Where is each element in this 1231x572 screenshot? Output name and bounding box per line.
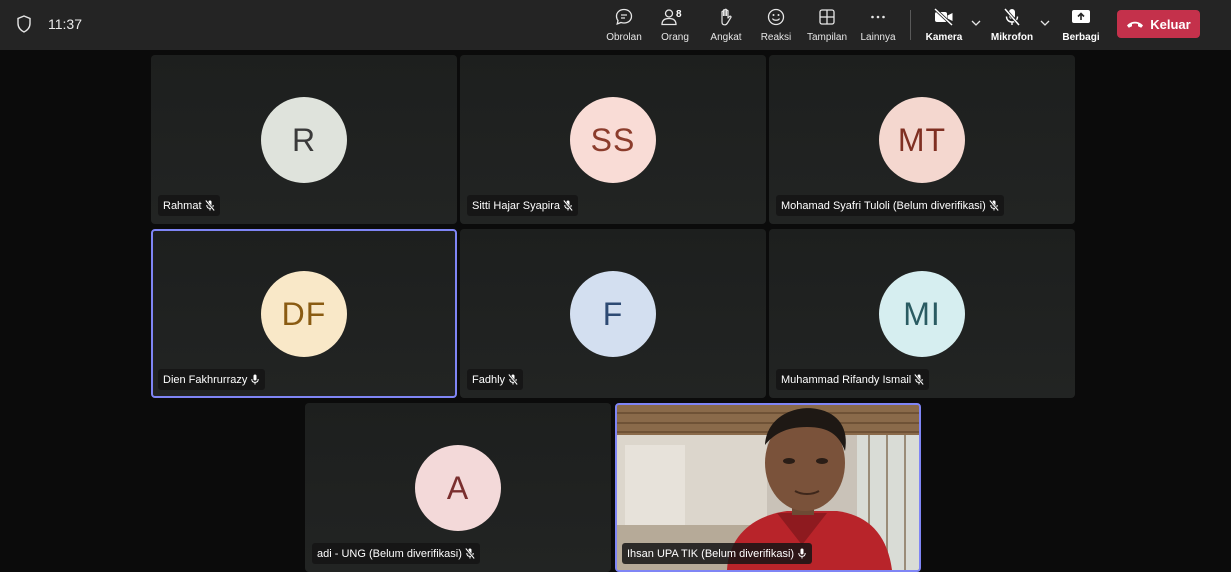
participant-name-tag: Fadhly bbox=[467, 369, 524, 390]
mic-muted-icon bbox=[464, 548, 475, 559]
grid-view-icon bbox=[817, 6, 837, 28]
share-button[interactable]: Berbagi bbox=[1061, 6, 1101, 46]
participant-tile[interactable]: SS Sitti Hajar Syapira bbox=[460, 55, 766, 224]
view-button[interactable]: Tampilan bbox=[805, 6, 849, 46]
mic-muted-icon bbox=[204, 200, 215, 211]
participant-name-tag: Mohamad Syafri Tuloli (Belum diverifikas… bbox=[776, 195, 1004, 216]
share-screen-icon bbox=[1070, 6, 1092, 28]
participant-video-tile-speaking[interactable]: Ihsan UPA TIK (Belum diverifikasi) bbox=[615, 403, 921, 572]
avatar: F bbox=[570, 271, 656, 357]
participant-name: Fadhly bbox=[472, 373, 506, 386]
toolbar-divider bbox=[910, 10, 911, 40]
shield-icon[interactable] bbox=[16, 15, 32, 33]
camera-options-chevron-down-icon[interactable] bbox=[970, 17, 982, 29]
microphone-label: Mikrofon bbox=[990, 32, 1034, 43]
avatar: SS bbox=[570, 97, 656, 183]
more-label: Lainnya bbox=[860, 32, 896, 43]
participant-name-tag: Sitti Hajar Syapira bbox=[467, 195, 579, 216]
chat-icon bbox=[614, 6, 634, 28]
camera-off-icon bbox=[933, 6, 955, 28]
raise-hand-label: Angkat bbox=[710, 32, 742, 43]
avatar: R bbox=[261, 97, 347, 183]
participant-name: Ihsan UPA TIK (Belum diverifikasi) bbox=[627, 547, 795, 560]
participant-name-tag: Dien Fakhrurrazy bbox=[158, 369, 266, 390]
participant-name-tag: adi - UNG (Belum diverifikasi) bbox=[312, 543, 480, 564]
phone-hangup-icon bbox=[1127, 21, 1144, 28]
more-button[interactable]: Lainnya bbox=[858, 6, 898, 46]
camera-label: Kamera bbox=[925, 32, 963, 43]
mic-muted-icon bbox=[914, 374, 925, 385]
meeting-timer: 11:37 bbox=[48, 16, 82, 32]
avatar: DF bbox=[261, 271, 347, 357]
mic-on-icon bbox=[798, 548, 806, 559]
more-icon bbox=[868, 6, 888, 28]
meeting-toolbar: 11:37 Obrolan 8 Orang Angkat Reaksi Tamp… bbox=[0, 0, 1231, 50]
mic-muted-icon bbox=[508, 374, 518, 385]
mic-on-icon bbox=[251, 374, 260, 385]
avatar: MI bbox=[879, 271, 965, 357]
leave-meeting-button[interactable]: Keluar bbox=[1117, 10, 1200, 38]
microphone-button[interactable]: Mikrofon bbox=[990, 6, 1034, 46]
participant-tile[interactable]: F Fadhly bbox=[460, 229, 766, 398]
people-icon: 8 bbox=[659, 6, 691, 28]
people-count-badge: 8 bbox=[676, 9, 682, 20]
hand-icon bbox=[716, 6, 736, 28]
chat-button[interactable]: Obrolan bbox=[604, 6, 644, 46]
participant-name: Sitti Hajar Syapira bbox=[472, 199, 561, 212]
reactions-label: Reaksi bbox=[760, 32, 792, 43]
avatar: A bbox=[415, 445, 501, 531]
view-label: Tampilan bbox=[806, 32, 848, 43]
mic-off-icon bbox=[1002, 6, 1022, 28]
participant-name: Mohamad Syafri Tuloli (Belum diverifikas… bbox=[781, 199, 986, 212]
participant-tile[interactable]: R Rahmat bbox=[151, 55, 457, 224]
camera-button[interactable]: Kamera bbox=[925, 6, 963, 46]
reactions-button[interactable]: Reaksi bbox=[759, 6, 793, 46]
participant-tile-speaking[interactable]: DF Dien Fakhrurrazy bbox=[151, 229, 457, 398]
participant-name-tag: Ihsan UPA TIK (Belum diverifikasi) bbox=[622, 543, 813, 564]
mic-options-chevron-down-icon[interactable] bbox=[1039, 17, 1051, 29]
participant-name-tag: Rahmat bbox=[158, 195, 220, 216]
raise-hand-button[interactable]: Angkat bbox=[707, 6, 745, 46]
avatar: MT bbox=[879, 97, 965, 183]
participant-tile[interactable]: MI Muhammad Rifandy Ismail bbox=[769, 229, 1075, 398]
mic-muted-icon bbox=[563, 200, 574, 211]
participant-tile[interactable]: MT Mohamad Syafri Tuloli (Belum diverifi… bbox=[769, 55, 1075, 224]
participant-name-tag: Muhammad Rifandy Ismail bbox=[776, 369, 930, 390]
emoji-icon bbox=[766, 6, 786, 28]
participant-name: adi - UNG (Belum diverifikasi) bbox=[317, 547, 462, 560]
participant-name: Rahmat bbox=[163, 199, 202, 212]
people-button[interactable]: 8 Orang bbox=[657, 6, 693, 46]
mic-muted-icon bbox=[988, 200, 999, 211]
participant-name: Muhammad Rifandy Ismail bbox=[781, 373, 912, 386]
share-label: Berbagi bbox=[1062, 32, 1100, 43]
chat-label: Obrolan bbox=[606, 32, 642, 43]
leave-label: Keluar bbox=[1150, 16, 1191, 32]
people-label: Orang bbox=[661, 32, 689, 43]
participant-tile[interactable]: A adi - UNG (Belum diverifikasi) bbox=[305, 403, 611, 572]
participant-name: Dien Fakhrurrazy bbox=[163, 373, 248, 386]
